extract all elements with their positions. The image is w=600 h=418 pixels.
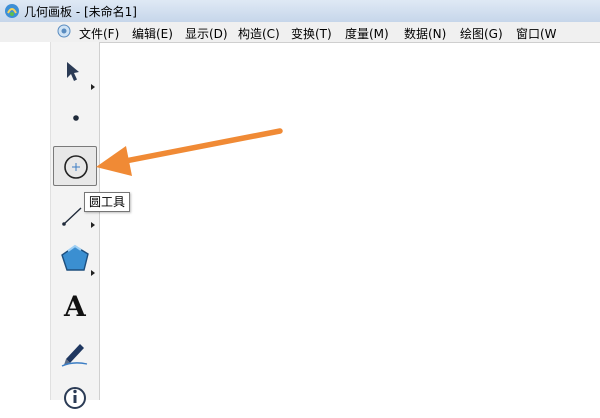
point-icon: [73, 115, 79, 121]
text-tool-icon: A: [64, 290, 86, 323]
title-bar: 几何画板 - [未命名1]: [0, 0, 600, 22]
text-tool[interactable]: A: [53, 288, 97, 328]
menu-display[interactable]: 显示(D): [185, 25, 228, 42]
left-margin: [0, 42, 50, 400]
drawing-canvas[interactable]: [104, 43, 600, 400]
circle-tool-icon: [64, 155, 88, 179]
tool-tooltip: 圆工具: [84, 192, 131, 212]
menu-data[interactable]: 数据(N): [404, 25, 446, 42]
arrow-select-icon: [67, 62, 95, 90]
menu-edit[interactable]: 编辑(E): [132, 25, 173, 42]
menu-measure[interactable]: 度量(M): [345, 25, 389, 42]
marker-tool[interactable]: [53, 334, 97, 374]
window-title: 几何画板 - [未命名1]: [24, 5, 137, 19]
app-logo-icon: [5, 4, 19, 18]
menu-window[interactable]: 窗口(W: [516, 25, 557, 42]
polygon-tool[interactable]: [53, 240, 97, 280]
menu-graph[interactable]: 绘图(G): [460, 25, 503, 42]
tool-palette: A: [50, 42, 100, 409]
select-arrow-tool[interactable]: [53, 54, 97, 94]
info-icon: [64, 387, 86, 409]
menu-bar: 文件(F) 编辑(E) 显示(D) 构造(C) 变换(T) 度量(M) 数据(N…: [0, 22, 600, 43]
info-tool[interactable]: [53, 378, 97, 418]
polygon-icon: [61, 244, 95, 276]
marker-pen-icon: [61, 344, 88, 367]
menu-file[interactable]: 文件(F): [79, 25, 119, 42]
menu-construct[interactable]: 构造(C): [238, 25, 280, 42]
document-icon[interactable]: [57, 24, 71, 38]
circle-tool[interactable]: [53, 146, 97, 186]
point-tool[interactable]: [53, 100, 97, 140]
menu-transform[interactable]: 变换(T): [291, 25, 332, 42]
